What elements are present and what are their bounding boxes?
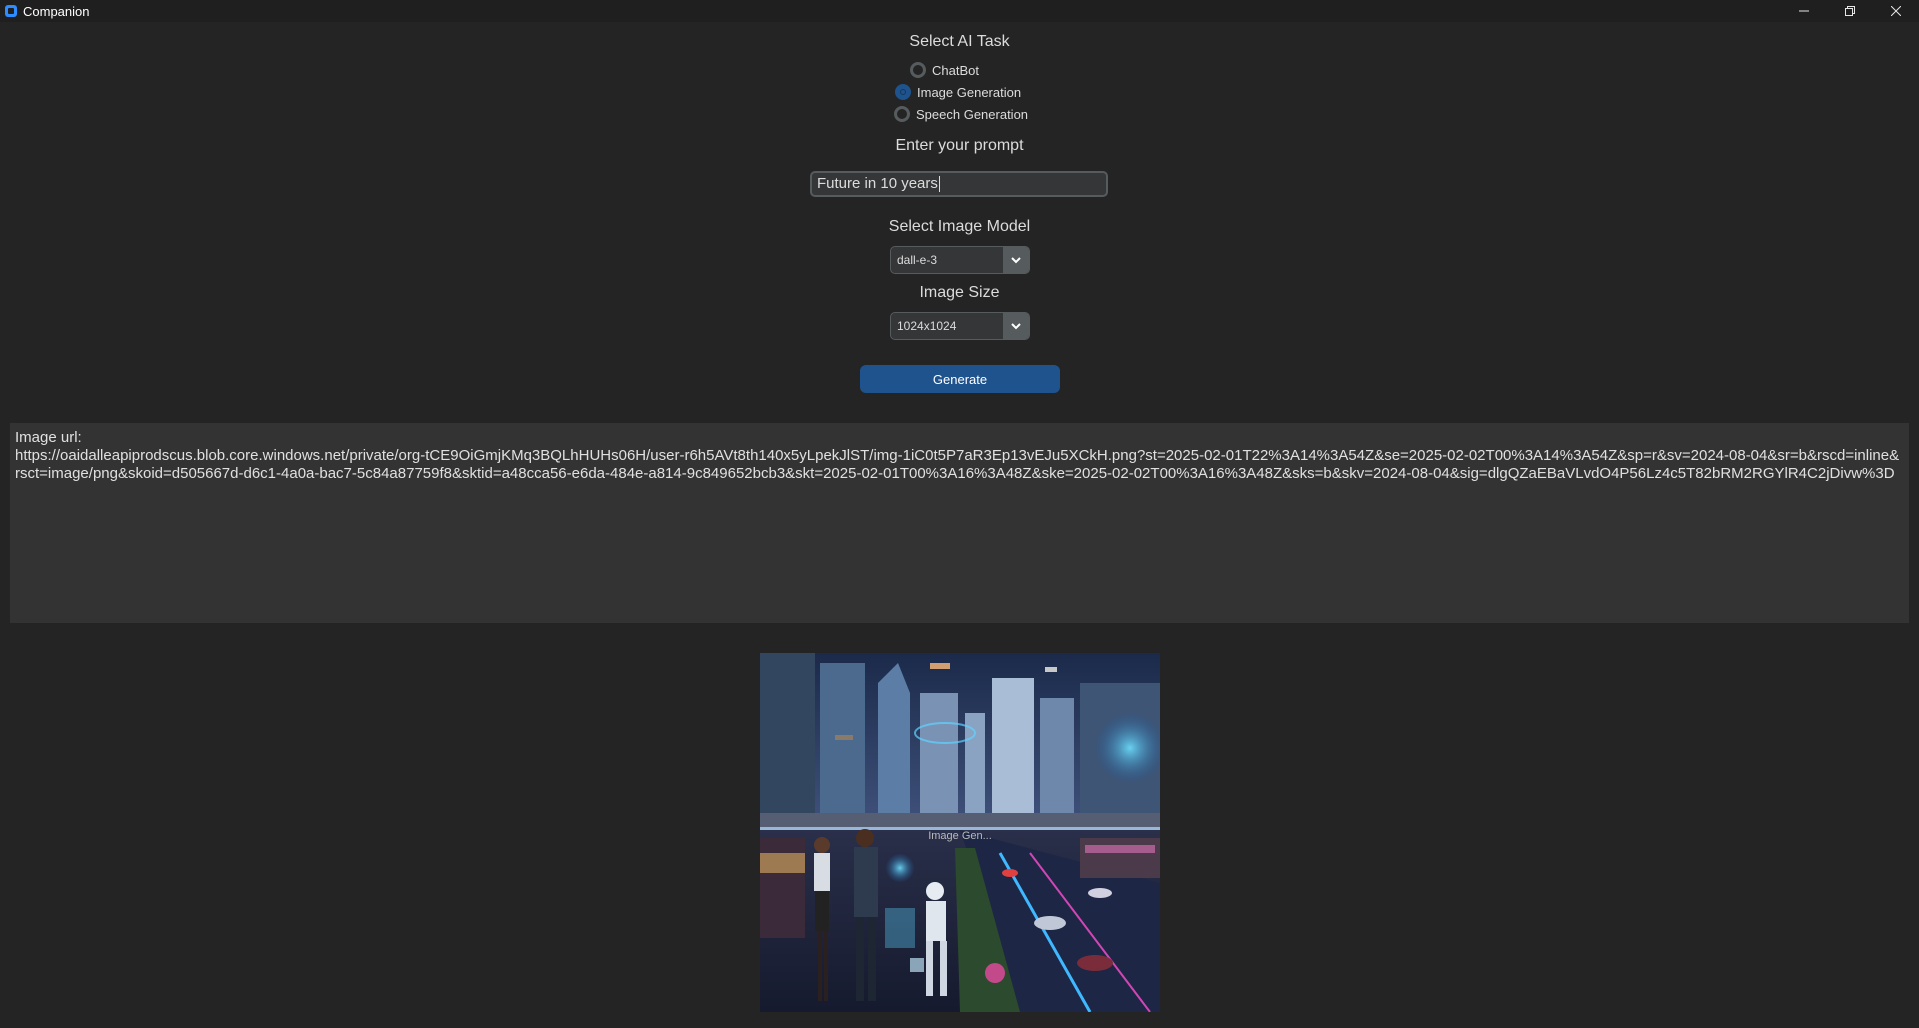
window-controls [1781,0,1919,22]
size-dropdown[interactable]: 1024x1024 [890,312,1030,340]
size-dropdown-arrow[interactable] [1003,313,1029,339]
model-heading: Select Image Model [888,218,1031,235]
radio-indicator[interactable] [895,84,911,100]
radio-indicator[interactable] [894,106,910,122]
image-overlay-text: Image Gen... [928,830,992,842]
text-caret [938,176,940,192]
size-value: 1024x1024 [897,319,957,333]
radio-label: Image Generation [917,84,1022,100]
restore-icon [1845,6,1855,16]
generated-image: Image Gen... [760,653,1160,1012]
size-heading: Image Size [919,284,1000,301]
model-dropdown-arrow[interactable] [1003,247,1029,273]
generated-image-graphic: Image Gen... [760,653,1160,1012]
minimize-icon [1799,10,1809,12]
prompt-value: Future in 10 years [817,175,938,192]
generate-button[interactable]: Generate [860,365,1060,393]
chevron-down-icon [1011,257,1021,264]
app-icon [5,5,17,17]
output-url: https://oaidalleapiprodscus.blob.core.wi… [15,447,1900,482]
radio-label: Speech Generation [916,106,1029,122]
chevron-down-icon [1011,323,1021,330]
prompt-input[interactable]: Future in 10 years [810,171,1108,197]
task-heading: Select AI Task [909,33,1010,50]
window-title: Companion [23,3,90,19]
prompt-heading: Enter your prompt [895,137,1024,154]
radio-label: ChatBot [932,62,979,78]
title-bar: Companion [0,0,1919,22]
close-button[interactable] [1873,0,1919,22]
radio-chatbot[interactable]: ChatBot [910,62,979,78]
minimize-button[interactable] [1781,0,1827,22]
model-value: dall-e-3 [897,253,938,267]
output-textbox[interactable]: Image url: https://oaidalleapiprodscus.b… [10,423,1909,623]
radio-speech-generation[interactable]: Speech Generation [894,106,1028,122]
close-icon [1891,6,1901,16]
restore-button[interactable] [1827,0,1873,22]
radio-indicator[interactable] [910,62,926,78]
output-label: Image url: [15,429,82,446]
model-dropdown[interactable]: dall-e-3 [890,246,1030,274]
radio-image-generation[interactable]: Image Generation [895,84,1021,100]
